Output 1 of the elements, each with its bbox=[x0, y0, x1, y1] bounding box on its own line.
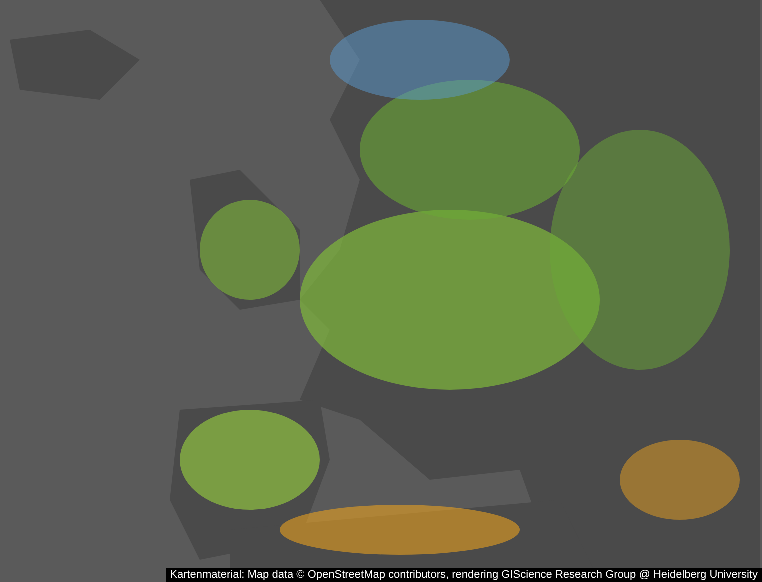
map-attribution: Kartenmaterial: Map data © OpenStreetMap contributors, rendering GIScience Research Group @ Heidelberg University bbox=[166, 568, 762, 582]
